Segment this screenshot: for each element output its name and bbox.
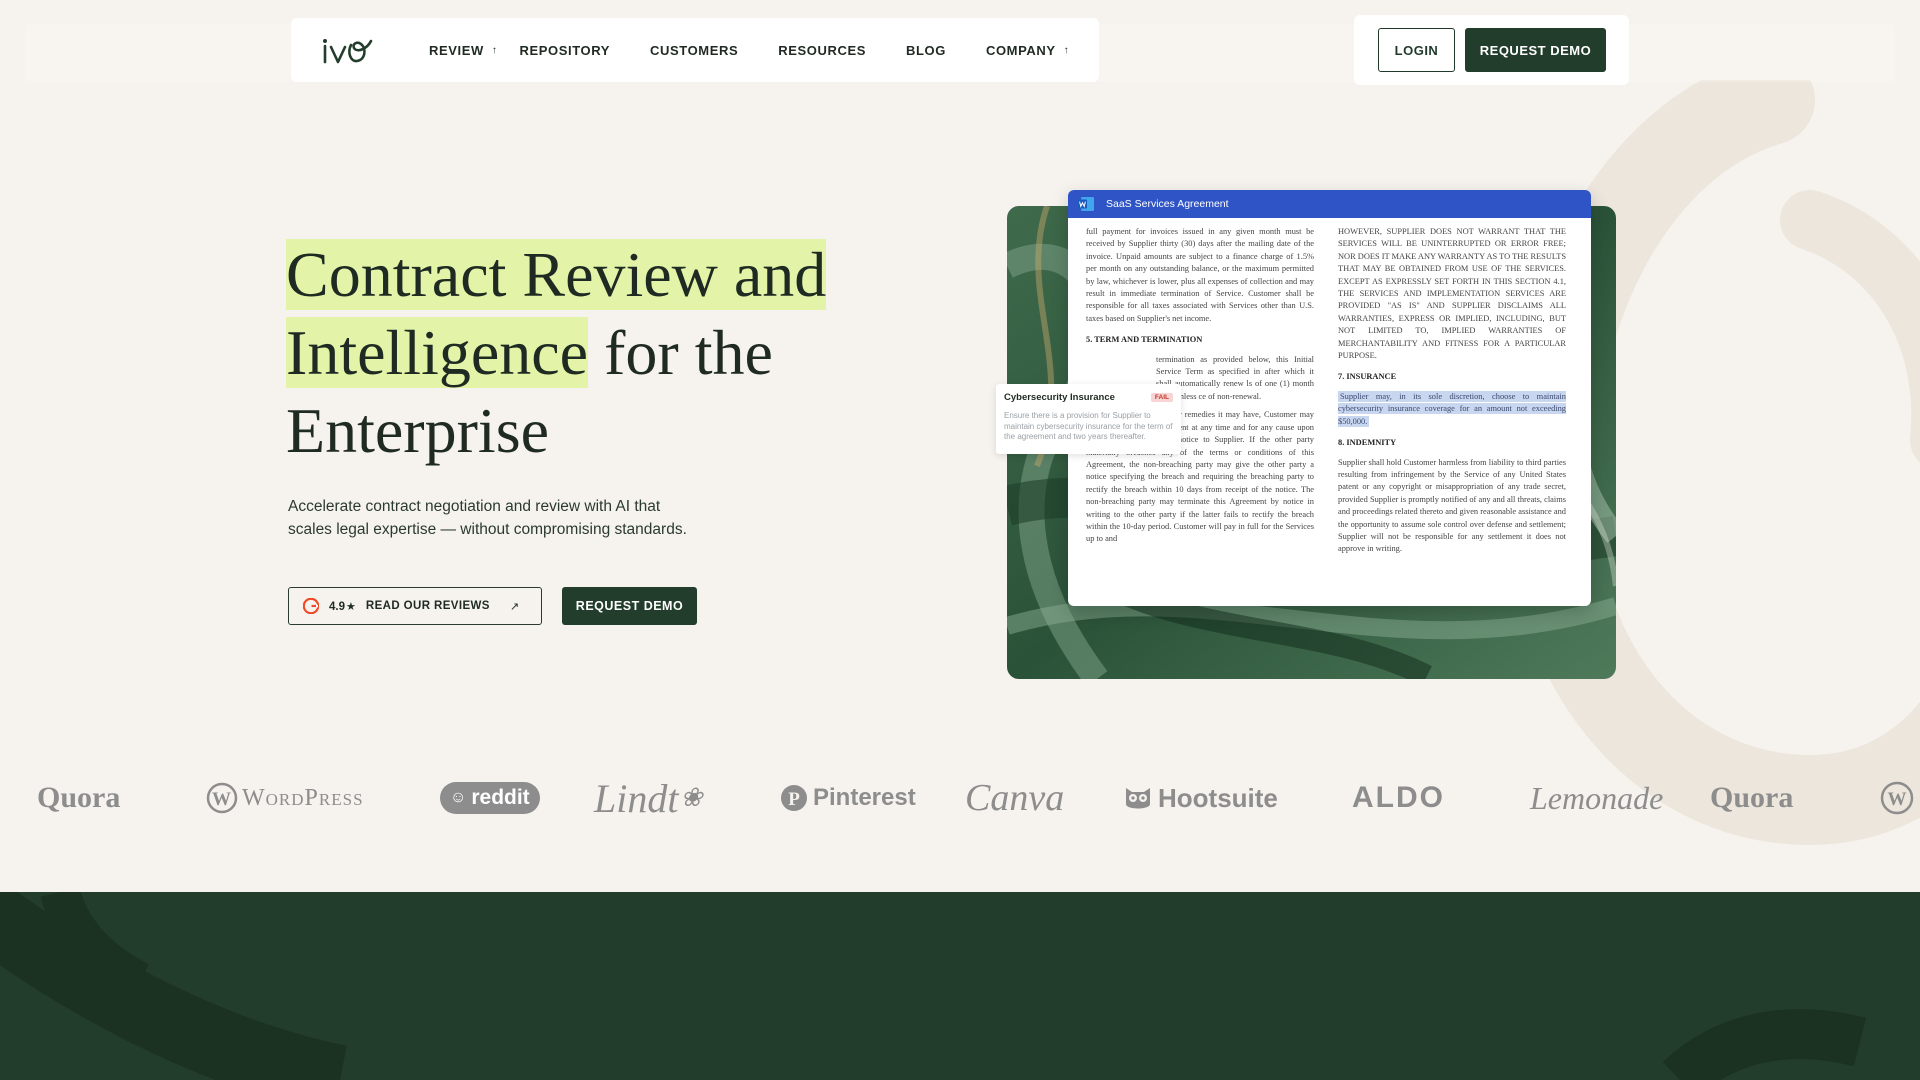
wordpress-icon: W <box>1880 781 1914 815</box>
issue-title: Cybersecurity Insurance <box>1004 392 1115 403</box>
pinterest-icon: P <box>781 785 807 811</box>
logo-text: ALDO <box>1352 781 1445 814</box>
section-heading: 7. INSURANCE <box>1338 372 1397 382</box>
header-actions: LOGIN REQUEST DEMO <box>1354 15 1629 85</box>
page: REVIEW ↑ REPOSITORY CUSTOMERS RESOURCES … <box>0 0 1920 1080</box>
logo-text: Hootsuite <box>1158 782 1278 813</box>
fail-badge: FAIL <box>1150 393 1173 402</box>
nav-item-resources[interactable]: RESOURCES <box>778 43 866 58</box>
dark-section <box>0 892 1920 1080</box>
logo-text: Pinterest <box>813 784 916 811</box>
hero-title-highlight: Intelligence <box>286 317 589 388</box>
nav-item-label: RESOURCES <box>778 42 867 58</box>
lindt-logo: Lindt ❀ <box>594 770 702 826</box>
review-rating: 4.9★ <box>329 600 356 613</box>
word-icon <box>1078 197 1094 211</box>
document-paragraph: full payment for invoices issued in any … <box>1086 227 1314 323</box>
hero-title-text: for the <box>588 317 773 388</box>
section-heading: 8. INDEMNITY <box>1338 438 1397 448</box>
main-navigation: REVIEW ↑ REPOSITORY CUSTOMERS RESOURCES … <box>291 18 1099 82</box>
login-button[interactable]: LOGIN <box>1378 28 1455 72</box>
logo-text: Quora <box>1710 781 1794 814</box>
rating-value: 4.9 <box>329 600 345 613</box>
star-icon: ★ <box>346 600 356 613</box>
logo-text: Lemonade <box>1530 779 1664 816</box>
request-demo-button[interactable]: REQUEST DEMO <box>1465 28 1606 72</box>
wordpress-logo: W WordPress <box>206 770 364 826</box>
document-paragraph: HOWEVER, SUPPLIER DOES NOT WARRANT THAT … <box>1338 227 1566 361</box>
hero-title: Contract Review and Intelligence for the E… <box>286 236 926 470</box>
hero-request-demo-button[interactable]: REQUEST DEMO <box>562 587 697 625</box>
insurance-highlight: Supplier may, in its sole discretion, ch… <box>1338 390 1566 427</box>
arrow-up-icon: ↑ <box>1063 44 1070 56</box>
external-arrow-icon: ↗ <box>509 600 520 613</box>
owl-icon <box>1126 788 1150 809</box>
flagged-clause[interactable]: Supplier may, in its sole discretion, ch… <box>1338 390 1566 428</box>
hero-title-text: Enterprise <box>286 395 549 466</box>
nav-item-company[interactable]: COMPANY ↑ <box>986 43 1069 58</box>
nav-item-repository[interactable]: REPOSITORY <box>520 43 611 58</box>
logo-text: reddit <box>471 786 530 809</box>
document-paragraph: Supplier shall hold Customer harmless fr… <box>1338 457 1566 554</box>
ivo-logo[interactable] <box>321 32 373 68</box>
quora-logo: Quora <box>1710 770 1793 826</box>
read-reviews-button[interactable]: 4.9★ READ OUR REVIEWS ↗ <box>288 587 542 625</box>
nav-item-customers[interactable]: CUSTOMERS <box>650 43 738 58</box>
issue-card-header: Cybersecurity Insurance FAIL <box>1004 392 1173 403</box>
nav-item-label: REVIEW <box>429 42 484 58</box>
logo-text: WordPress <box>242 784 364 811</box>
nav-item-label: REPOSITORY <box>519 42 611 58</box>
nav-item-label: CUSTOMERS <box>650 42 739 58</box>
issue-card[interactable]: Cybersecurity Insurance FAIL Ensure ther… <box>996 384 1181 454</box>
quora-logo: Quora <box>37 770 120 826</box>
reddit-logo: ☺ reddit <box>440 770 540 826</box>
aldo-logo: ALDO <box>1352 770 1445 826</box>
nav-item-label: COMPANY <box>985 42 1056 58</box>
logo-text: Lindt <box>594 775 679 821</box>
logo-text: Canva <box>965 777 1065 819</box>
logo-text: Quora <box>37 781 121 814</box>
svg-text:W: W <box>212 789 232 810</box>
nav-item-label: BLOG <box>906 42 946 58</box>
read-reviews-label: READ OUR REVIEWS <box>365 600 490 612</box>
issue-description: Ensure there is a provision for Supplier… <box>1004 411 1173 441</box>
canva-logo: Canva <box>965 770 1064 826</box>
g2-logo-icon <box>303 598 319 614</box>
reddit-alien-icon: ☺ <box>450 789 467 806</box>
hero-subtitle: Accelerate contract negotiation and revi… <box>288 498 687 538</box>
wordpress-logo-partial: W <box>1880 770 1914 826</box>
hero-title-highlight: Contract Review and <box>286 239 827 310</box>
lemonade-logo: Lemonade <box>1530 770 1663 826</box>
lindt-tree-icon: ❀ <box>680 783 703 812</box>
document-right-column: HOWEVER, SUPPLIER DOES NOT WARRANT THAT … <box>1338 226 1566 598</box>
customer-logos: Quora W WordPress ☺ reddit Lindt ❀ P Pin… <box>0 770 1920 826</box>
arrow-up-icon: ↑ <box>491 44 498 56</box>
nav-item-blog[interactable]: BLOG <box>906 43 946 58</box>
svg-text:P: P <box>788 789 800 810</box>
reddit-badge: ☺ reddit <box>440 782 540 814</box>
wordpress-icon: W <box>206 782 238 814</box>
nav-item-review[interactable]: REVIEW ↑ <box>429 43 498 58</box>
pinterest-logo: P Pinterest <box>779 770 916 826</box>
dark-section-swirl <box>0 892 1867 1080</box>
document-titlebar: SaaS Services Agreement <box>1068 190 1591 218</box>
nav-items: REVIEW ↑ REPOSITORY CUSTOMERS RESOURCES … <box>429 43 1109 58</box>
document-title: SaaS Services Agreement <box>1106 198 1229 210</box>
ivo-logo-mark <box>323 39 373 64</box>
section-heading: 5. TERM AND TERMINATION <box>1086 335 1203 345</box>
hootsuite-logo: Hootsuite <box>1122 770 1278 826</box>
logo-text: W <box>1888 789 1907 810</box>
